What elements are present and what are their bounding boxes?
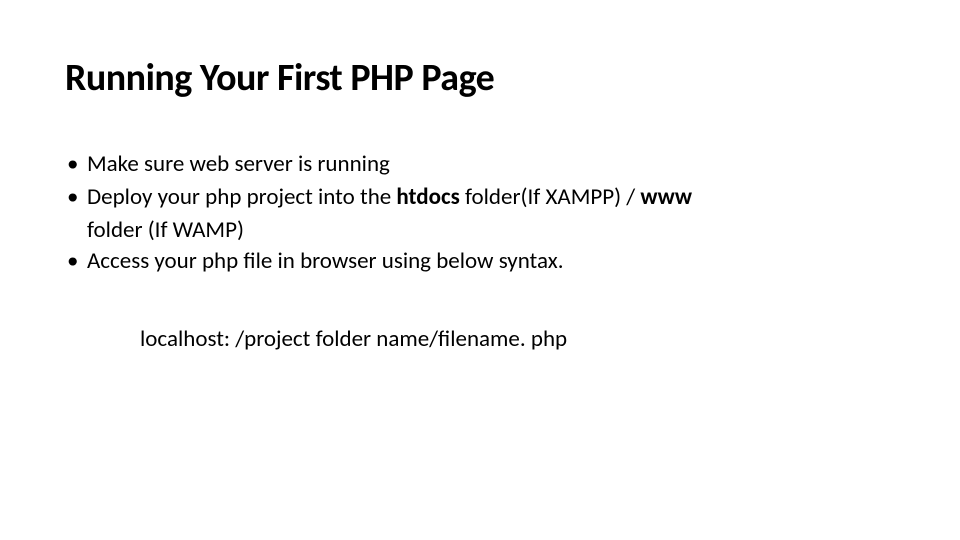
bullet-item: Access your php file in browser using be… <box>65 246 895 277</box>
bullet-list: Access your php file in browser using be… <box>65 246 895 277</box>
bullet-continuation: folder (If WAMP) <box>65 215 895 246</box>
bullet-text: folder(If XAMPP) / <box>460 183 641 211</box>
bullet-text: Deploy your php project into the <box>87 183 396 211</box>
bullet-item: Deploy your php project into the htdocs … <box>65 182 895 213</box>
bullet-item: Make sure web server is running <box>65 149 895 180</box>
slide-title: Running Your First PHP Page <box>65 55 895 101</box>
bold-text: www <box>640 183 692 211</box>
bold-text: htdocs <box>396 183 459 211</box>
bullet-list: Make sure web server is running Deploy y… <box>65 149 895 213</box>
syntax-example: localhost: /project folder name/filename… <box>140 325 895 353</box>
